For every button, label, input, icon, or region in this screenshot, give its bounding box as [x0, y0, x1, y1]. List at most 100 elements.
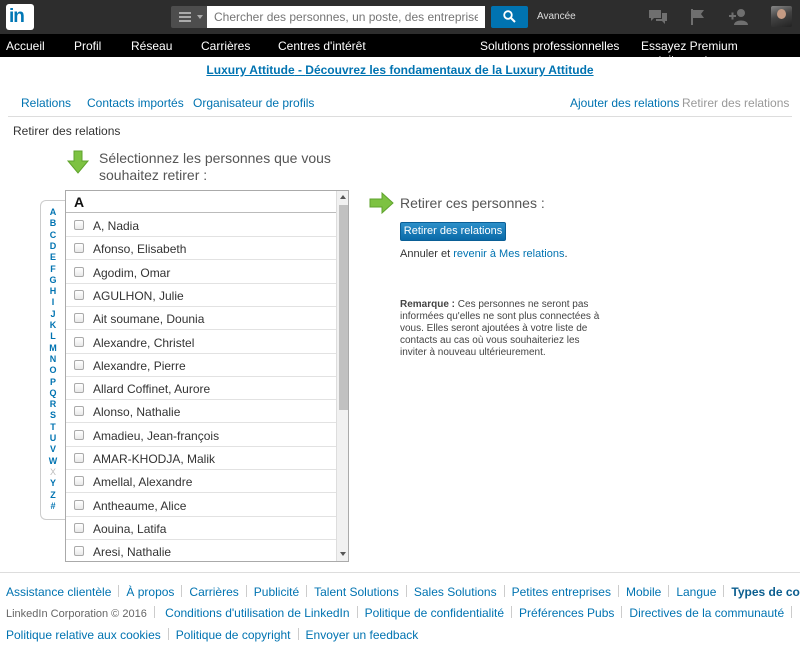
- contact-list[interactable]: A A, Nadia Afonso, Elisabeth Agodim, Omar A…: [65, 190, 349, 562]
- alphabet-letter[interactable]: #: [41, 501, 65, 511]
- footer-link[interactable]: Publicité: [254, 585, 299, 599]
- contact-checkbox[interactable]: [74, 289, 84, 300]
- add-connection-icon[interactable]: [728, 8, 750, 26]
- alphabet-letter[interactable]: O: [41, 365, 65, 375]
- contact-checkbox[interactable]: [74, 476, 84, 487]
- footer-link[interactable]: Politique relative aux cookies: [6, 628, 161, 642]
- contact-checkbox[interactable]: [74, 429, 84, 440]
- back-to-connections-link[interactable]: revenir à Mes relations: [453, 248, 564, 260]
- messages-icon[interactable]: [648, 8, 668, 26]
- tab-imported-contacts[interactable]: Contacts importés: [87, 96, 184, 110]
- alphabet-letter[interactable]: P: [41, 377, 65, 387]
- contact-checkbox[interactable]: [74, 453, 84, 463]
- contact-row[interactable]: Amellal, Alexandre: [66, 470, 336, 494]
- footer-link[interactable]: Langue: [676, 585, 716, 599]
- contact-checkbox[interactable]: [74, 313, 84, 324]
- footer-link[interactable]: Mobile: [626, 585, 661, 599]
- footer-link[interactable]: Sales Solutions: [414, 585, 497, 599]
- contact-row[interactable]: AMAR-KHODJA, Malik: [66, 447, 336, 470]
- contact-row[interactable]: AGULHON, Julie: [66, 284, 336, 307]
- nav-profile[interactable]: Profil: [74, 39, 101, 53]
- footer-link[interactable]: Types de comptes: [731, 585, 800, 599]
- scroll-down-icon[interactable]: [340, 552, 346, 556]
- nav-business-solutions[interactable]: Solutions professionnelles: [480, 39, 619, 53]
- nav-jobs[interactable]: Carrières: [201, 39, 250, 53]
- search-button[interactable]: [491, 6, 528, 28]
- alphabet-letter[interactable]: N: [41, 354, 65, 364]
- contact-row[interactable]: Alexandre, Pierre: [66, 354, 336, 377]
- nav-network[interactable]: Réseau: [131, 39, 172, 53]
- alphabet-letter[interactable]: K: [41, 320, 65, 330]
- flag-icon[interactable]: [688, 8, 708, 26]
- contact-checkbox[interactable]: [74, 220, 84, 230]
- footer-link[interactable]: Directives de la communauté: [629, 606, 784, 620]
- advanced-search-link[interactable]: Avancée: [537, 11, 576, 22]
- contact-row[interactable]: Alonso, Nathalie: [66, 400, 336, 424]
- alphabet-letter[interactable]: W: [41, 456, 65, 466]
- contact-row[interactable]: Amadieu, Jean-françois: [66, 424, 336, 447]
- contact-row[interactable]: Aouina, Latifa: [66, 517, 336, 540]
- alphabet-letter[interactable]: I: [41, 297, 65, 307]
- search-input[interactable]: [207, 6, 485, 28]
- remove-connections-button[interactable]: Retirer des relations: [400, 222, 506, 241]
- footer-link[interactable]: Carrières: [189, 585, 238, 599]
- alphabet-letter[interactable]: A: [41, 207, 65, 217]
- contact-checkbox[interactable]: [74, 243, 84, 254]
- alphabet-letter[interactable]: T: [41, 422, 65, 432]
- list-scrollbar[interactable]: [336, 191, 348, 561]
- contact-row[interactable]: Ait soumane, Dounia: [66, 307, 336, 331]
- contact-checkbox[interactable]: [74, 499, 84, 510]
- alphabet-letter[interactable]: V: [41, 444, 65, 454]
- footer-link[interactable]: Politique de copyright: [176, 628, 291, 642]
- alphabet-letter[interactable]: Q: [41, 388, 65, 398]
- contact-checkbox[interactable]: [74, 406, 84, 417]
- alphabet-letter[interactable]: F: [41, 264, 65, 274]
- contact-row[interactable]: Antheaume, Alice: [66, 494, 336, 517]
- alphabet-letter[interactable]: Y: [41, 478, 65, 488]
- linkedin-logo[interactable]: in: [6, 4, 34, 30]
- footer-link[interactable]: Politique de confidentialité: [365, 606, 504, 620]
- contact-row[interactable]: Alexandre, Christel: [66, 331, 336, 354]
- alphabet-letter[interactable]: G: [41, 275, 65, 285]
- contact-row[interactable]: Afonso, Elisabeth: [66, 237, 336, 261]
- alphabet-letter[interactable]: B: [41, 218, 65, 228]
- alphabet-letter[interactable]: J: [41, 309, 65, 319]
- contact-checkbox[interactable]: [74, 359, 84, 370]
- alphabet-letter[interactable]: Z: [41, 490, 65, 500]
- contact-checkbox[interactable]: [74, 266, 84, 277]
- scrollbar-thumb[interactable]: [339, 205, 348, 410]
- contact-checkbox[interactable]: [74, 336, 84, 347]
- scroll-up-icon[interactable]: [340, 195, 346, 199]
- contact-row[interactable]: Agodim, Omar: [66, 261, 336, 284]
- footer-link[interactable]: Préférences Pubs: [519, 606, 614, 620]
- tab-add-connections[interactable]: Ajouter des relations: [570, 96, 679, 110]
- footer-link[interactable]: Petites entreprises: [512, 585, 611, 599]
- alphabet-letter[interactable]: C: [41, 230, 65, 240]
- contact-checkbox[interactable]: [74, 546, 84, 557]
- footer-link[interactable]: À propos: [126, 585, 174, 599]
- footer-link[interactable]: Assistance clientèle: [6, 585, 111, 599]
- search-category-menu[interactable]: [171, 6, 207, 28]
- alphabet-letter[interactable]: M: [41, 343, 65, 353]
- avatar[interactable]: [771, 6, 792, 27]
- alphabet-letter[interactable]: D: [41, 241, 65, 251]
- footer-link[interactable]: Envoyer un feedback: [306, 628, 419, 642]
- footer-link[interactable]: Talent Solutions: [314, 585, 399, 599]
- footer-link[interactable]: Conditions d'utilisation de LinkedIn: [165, 606, 349, 620]
- alphabet-letter[interactable]: U: [41, 433, 65, 443]
- alphabet-letter[interactable]: L: [41, 331, 65, 341]
- nav-interests[interactable]: Centres d'intérêt: [278, 39, 366, 53]
- alphabet-letter[interactable]: S: [41, 410, 65, 420]
- alphabet-letter[interactable]: E: [41, 252, 65, 262]
- contact-checkbox[interactable]: [74, 383, 84, 394]
- nav-home[interactable]: Accueil: [6, 39, 45, 53]
- alphabet-letter[interactable]: R: [41, 399, 65, 409]
- tab-profile-organizer[interactable]: Organisateur de profils: [193, 96, 314, 110]
- group-promo-link[interactable]: Luxury Attitude - Découvrez les fondamen…: [206, 63, 593, 77]
- contact-row[interactable]: Aresi, Nathalie: [66, 540, 336, 561]
- contact-row[interactable]: Allard Coffinet, Aurore: [66, 377, 336, 401]
- contact-checkbox[interactable]: [74, 522, 84, 533]
- contact-row[interactable]: A, Nadia: [66, 214, 336, 237]
- alphabet-letter[interactable]: H: [41, 286, 65, 296]
- tab-relations[interactable]: Relations: [21, 96, 71, 110]
